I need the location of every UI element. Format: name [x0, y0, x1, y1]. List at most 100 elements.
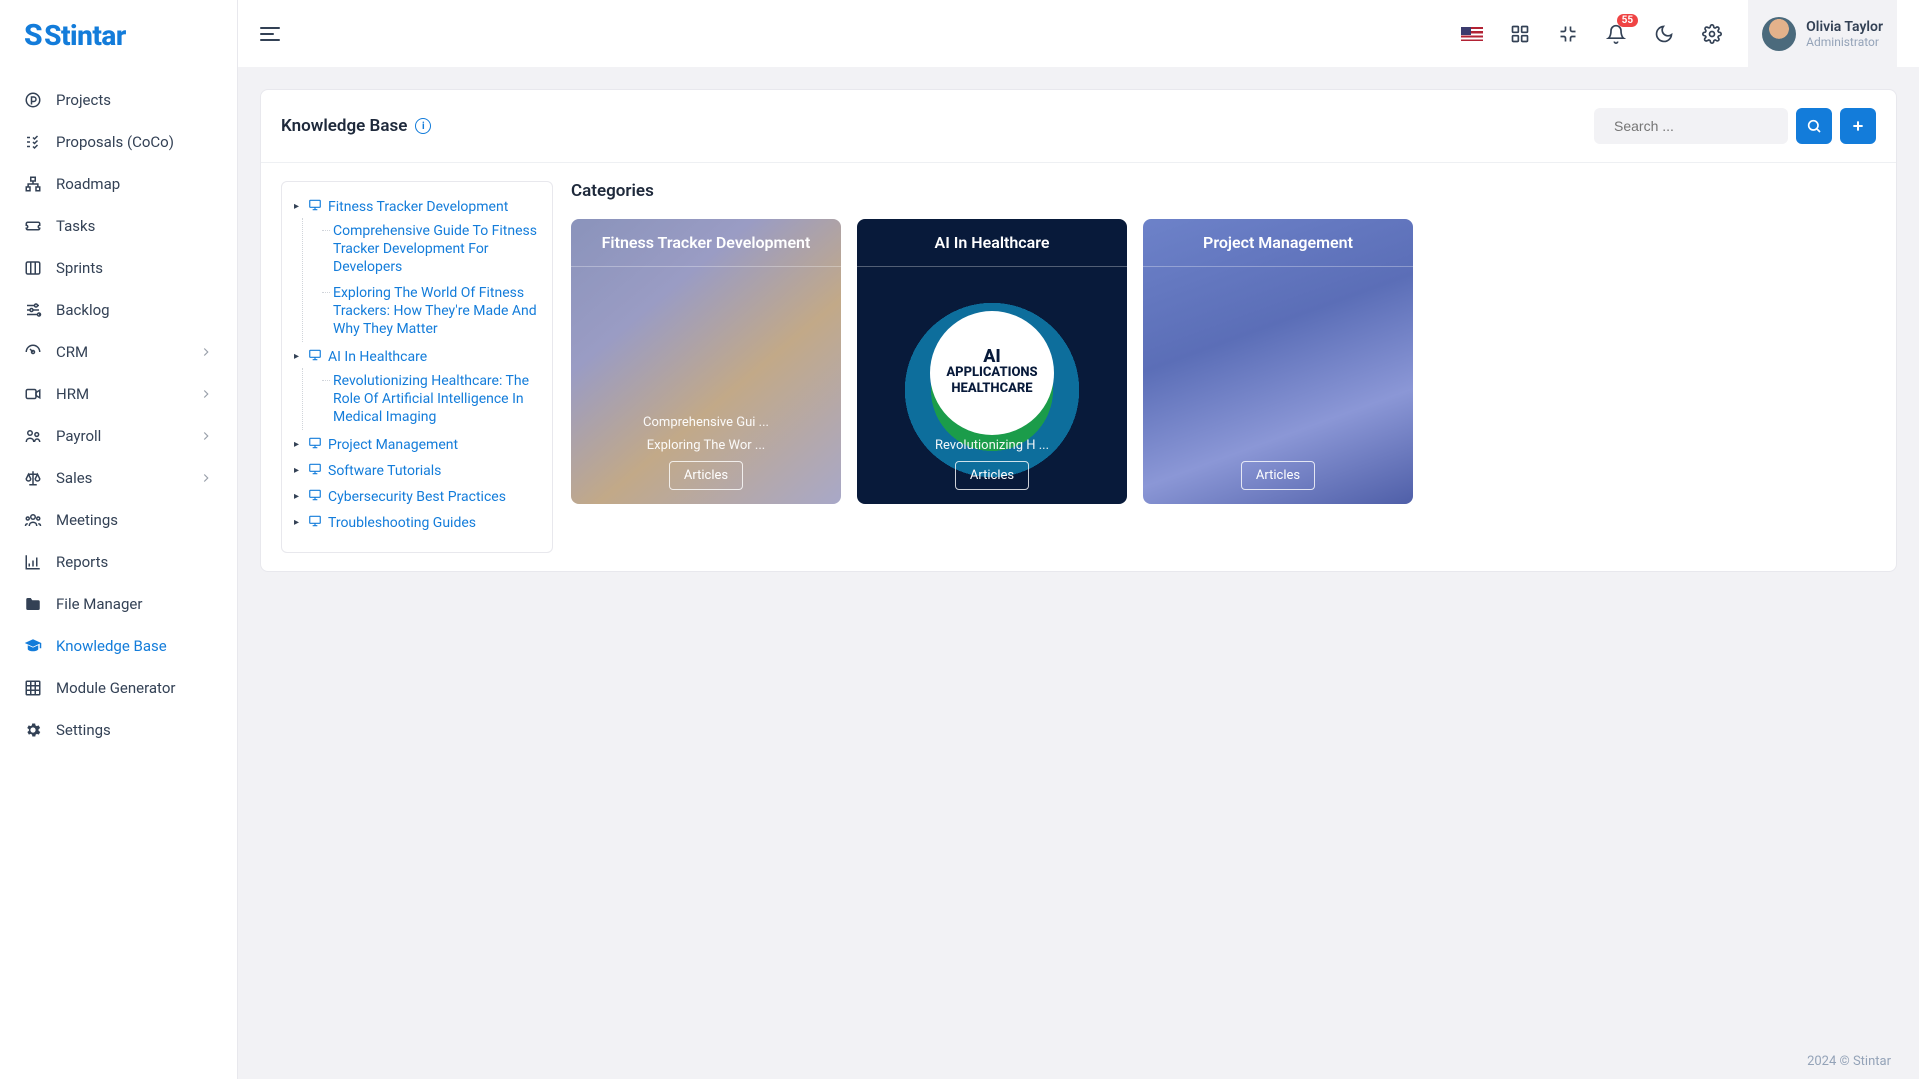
add-button[interactable] [1840, 108, 1876, 144]
tree-toggle-icon[interactable]: ▸ [294, 462, 302, 480]
tree-toggle-icon[interactable]: ▸ [294, 488, 302, 506]
language-flag-icon[interactable] [1460, 22, 1484, 46]
monitor-icon [308, 488, 322, 502]
tree-node-label[interactable]: Project Management [328, 436, 458, 454]
sidebar-item-tasks[interactable]: Tasks [0, 205, 237, 247]
tree-node-label[interactable]: AI In Healthcare [328, 348, 427, 366]
sidebar-item-label: Meetings [56, 511, 213, 529]
sidebar-item-module-generator[interactable]: Module Generator [0, 667, 237, 709]
user-name: Olivia Taylor [1806, 19, 1883, 35]
notification-badge: 55 [1617, 14, 1638, 27]
sidebar-item-label: Backlog [56, 301, 213, 319]
category-title: Fitness Tracker Development [571, 219, 841, 267]
monitor-icon [308, 514, 322, 528]
articles-button[interactable]: Articles [955, 461, 1029, 490]
category-tree: ▸ Fitness Tracker Development Comprehensiv… [281, 181, 553, 553]
sidebar-item-label: File Manager [56, 595, 213, 613]
gear-icon [24, 721, 42, 739]
monitor-icon [308, 462, 322, 476]
category-card[interactable]: Project ManagementArticles [1143, 219, 1413, 504]
ticket-icon [24, 217, 42, 235]
sidebar-nav: Projects Proposals (CoCo) Roadmap Tasks Spri… [0, 71, 237, 1079]
sidebar-item-hrm[interactable]: HRM [0, 373, 237, 415]
sidebar-item-reports[interactable]: Reports [0, 541, 237, 583]
articles-button[interactable]: Articles [1241, 461, 1315, 490]
tree-node-label[interactable]: Fitness Tracker Development [328, 198, 508, 216]
notifications-icon[interactable]: 55 [1604, 22, 1628, 46]
monitor-icon [308, 348, 322, 362]
sidebar-item-crm[interactable]: CRM [0, 331, 237, 373]
search-input[interactable] [1614, 118, 1795, 134]
tree-toggle-icon[interactable]: ▸ [294, 436, 302, 454]
sitemap-icon [24, 175, 42, 193]
sidebar-item-label: Sprints [56, 259, 213, 277]
sidebar-item-label: Roadmap [56, 175, 213, 193]
kb-card: Knowledge Base i [260, 89, 1897, 572]
sidebar-item-file-manager[interactable]: File Manager [0, 583, 237, 625]
tree-node-label[interactable]: Software Tutorials [328, 462, 441, 480]
task-list-icon [24, 133, 42, 151]
tree-article-link[interactable]: Exploring The World Of Fitness Trackers:… [323, 280, 540, 342]
sliders-icon [24, 301, 42, 319]
articles-button[interactable]: Articles [669, 461, 743, 490]
sidebar-item-label: CRM [56, 343, 199, 361]
video-icon [24, 385, 42, 403]
tree-article-link[interactable]: Comprehensive Guide To Fitness Tracker D… [323, 218, 540, 280]
page-title: Knowledge Base i [281, 116, 431, 136]
search-button[interactable] [1796, 108, 1832, 144]
user-menu[interactable]: Olivia Taylor Administrator [1748, 0, 1897, 67]
gauge-icon [24, 343, 42, 361]
sidebar-item-label: Settings [56, 721, 213, 739]
chart-icon [24, 553, 42, 571]
tree-toggle-icon[interactable]: ▸ [294, 198, 302, 216]
sidebar-item-label: Reports [56, 553, 213, 571]
sidebar-item-projects[interactable]: Projects [0, 79, 237, 121]
sidebar-item-label: HRM [56, 385, 199, 403]
tree-toggle-icon[interactable]: ▸ [294, 514, 302, 532]
category-article-preview[interactable]: Revolutionizing H ... [935, 438, 1049, 453]
category-card[interactable]: AI In HealthcareAIAPPLICATIONSHEALTHCARE… [857, 219, 1127, 504]
search-input-wrap[interactable] [1594, 108, 1788, 144]
p-circle-icon [24, 91, 42, 109]
monitor-icon [308, 436, 322, 450]
grid-icon [24, 679, 42, 697]
sidebar-item-sales[interactable]: Sales [0, 457, 237, 499]
menu-toggle-icon[interactable] [260, 27, 280, 41]
info-icon[interactable]: i [415, 118, 431, 134]
scale-icon [24, 469, 42, 487]
monitor-icon [308, 198, 322, 212]
sidebar-item-proposals-coco-[interactable]: Proposals (CoCo) [0, 121, 237, 163]
sidebar-item-meetings[interactable]: Meetings [0, 499, 237, 541]
sidebar-item-settings[interactable]: Settings [0, 709, 237, 751]
sidebar-item-roadmap[interactable]: Roadmap [0, 163, 237, 205]
tree-article-link[interactable]: Revolutionizing Healthcare: The Role Of … [323, 368, 540, 430]
sidebar-item-label: Tasks [56, 217, 213, 235]
dark-mode-icon[interactable] [1652, 22, 1676, 46]
apps-grid-icon[interactable] [1508, 22, 1532, 46]
columns-icon [24, 259, 42, 277]
tree-node-label[interactable]: Cybersecurity Best Practices [328, 488, 506, 506]
brand-logo[interactable]: SStintar [0, 0, 237, 71]
sidebar-item-sprints[interactable]: Sprints [0, 247, 237, 289]
main-area: 55 Olivia Taylor Administrator [238, 0, 1919, 1079]
top-header: 55 Olivia Taylor Administrator [238, 0, 1919, 67]
group-icon [24, 511, 42, 529]
tree-node-label[interactable]: Troubleshooting Guides [328, 514, 476, 532]
category-card[interactable]: Fitness Tracker Development Comprehensive… [571, 219, 841, 504]
category-article-preview[interactable]: Comprehensive Gui ... [643, 415, 769, 430]
sidebar-item-backlog[interactable]: Backlog [0, 289, 237, 331]
fullscreen-exit-icon[interactable] [1556, 22, 1580, 46]
sidebar-item-knowledge-base[interactable]: Knowledge Base [0, 625, 237, 667]
sidebar-item-payroll[interactable]: Payroll [0, 415, 237, 457]
category-article-preview[interactable]: Exploring The Wor ... [647, 438, 765, 453]
folder-icon [24, 595, 42, 613]
avatar [1762, 17, 1796, 51]
sidebar-item-label: Module Generator [56, 679, 213, 697]
people-icon [24, 427, 42, 445]
user-role: Administrator [1806, 35, 1883, 49]
tree-toggle-icon[interactable]: ▸ [294, 348, 302, 366]
sidebar-item-label: Proposals (CoCo) [56, 133, 213, 151]
settings-icon[interactable] [1700, 22, 1724, 46]
chevron-right-icon [199, 345, 213, 359]
category-title: AI In Healthcare [857, 219, 1127, 267]
